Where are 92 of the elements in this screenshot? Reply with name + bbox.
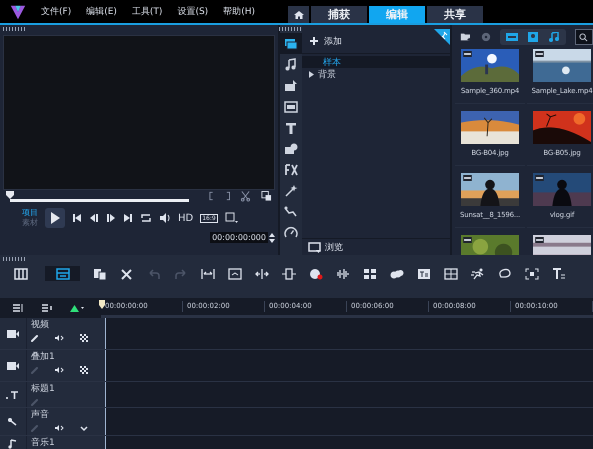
home-tab[interactable] xyxy=(288,6,309,23)
split-icon[interactable] xyxy=(255,268,269,280)
logo-icon xyxy=(9,2,27,20)
folder-browse-icon xyxy=(308,242,322,254)
search-field[interactable] xyxy=(574,29,593,45)
speaker-icon[interactable] xyxy=(55,334,65,342)
menu-item[interactable]: 帮助(H) xyxy=(223,5,255,18)
step-back-icon[interactable] xyxy=(89,213,99,223)
fx-icon[interactable] xyxy=(284,162,298,176)
menu-item[interactable]: 文件(F) xyxy=(41,5,72,18)
checker-icon[interactable] xyxy=(79,366,89,374)
list-options-icon[interactable] xyxy=(41,303,53,313)
marker-dropdown-icon[interactable] xyxy=(70,304,84,312)
hd-toggle[interactable]: HD xyxy=(178,212,194,224)
folder-item[interactable]: 样本 xyxy=(302,56,450,68)
video-icon xyxy=(506,32,518,42)
path-icon[interactable] xyxy=(284,204,298,218)
film-badge-icon xyxy=(535,237,544,243)
panel-icon[interactable] xyxy=(444,268,458,280)
track-name: 声音 xyxy=(31,410,50,421)
gauge-icon[interactable] xyxy=(284,226,298,240)
mode-toggle[interactable]: 项目 xyxy=(22,208,38,218)
photo-icon xyxy=(526,32,539,42)
disc-icon[interactable] xyxy=(480,31,491,43)
film-badge-icon xyxy=(535,51,544,57)
run-icon[interactable] xyxy=(471,268,485,280)
speaker-icon[interactable] xyxy=(55,366,65,374)
home-icon xyxy=(294,10,304,20)
track-manager-icon[interactable] xyxy=(12,303,24,313)
tab[interactable]: 捕获 xyxy=(311,6,367,23)
camera-icon[interactable] xyxy=(6,328,20,338)
link-icon[interactable] xyxy=(31,334,41,342)
crop-icon[interactable] xyxy=(224,212,239,224)
menu-item[interactable]: 编辑(E) xyxy=(86,5,117,18)
lasso-icon[interactable] xyxy=(498,268,512,280)
copy-icon[interactable] xyxy=(261,190,272,202)
film-strip-icon xyxy=(14,268,28,280)
repeat-icon[interactable] xyxy=(140,213,152,223)
plus-icon xyxy=(310,37,318,45)
scrub-bar[interactable] xyxy=(6,190,190,202)
media-icon[interactable] xyxy=(284,36,298,50)
title-icon[interactable] xyxy=(417,268,431,280)
title-card-icon[interactable] xyxy=(284,100,298,114)
mark-in-icon[interactable] xyxy=(209,191,215,201)
menu-item[interactable]: 工具(T) xyxy=(132,5,162,18)
circles-icon[interactable] xyxy=(390,268,404,280)
track-name: 标题1 xyxy=(31,384,55,395)
checker-icon[interactable] xyxy=(79,334,89,342)
add-folder-icon[interactable] xyxy=(460,31,472,43)
film-badge-icon xyxy=(535,175,544,181)
music-icon xyxy=(548,32,560,42)
image-icon[interactable] xyxy=(228,268,242,280)
audio-icon[interactable] xyxy=(336,268,350,280)
chevron-icon[interactable] xyxy=(79,424,89,432)
film-badge-icon xyxy=(463,237,472,243)
speaker-icon[interactable] xyxy=(159,213,171,223)
pin-icon[interactable] xyxy=(434,29,450,45)
skip-start-icon[interactable] xyxy=(72,213,82,223)
menu-item[interactable]: 设置(S) xyxy=(177,5,208,18)
track-name: 视频 xyxy=(31,320,50,331)
grid-icon[interactable] xyxy=(363,268,377,280)
step-forward-icon[interactable] xyxy=(106,213,116,223)
playhead-marker-icon[interactable] xyxy=(99,300,105,309)
search-icon xyxy=(578,32,588,42)
track-name: 叠加1 xyxy=(31,352,56,363)
speaker-icon[interactable] xyxy=(55,424,65,432)
add-button[interactable]: 添加 xyxy=(302,34,342,48)
tab[interactable]: 共享 xyxy=(427,6,483,23)
scissors-icon[interactable] xyxy=(240,190,252,202)
folder-item[interactable]: 背景 xyxy=(302,68,450,80)
skip-end-icon[interactable] xyxy=(123,213,133,223)
timeline-view-button[interactable] xyxy=(45,266,80,281)
expand-arrow-icon[interactable] xyxy=(309,70,314,78)
focus-icon[interactable] xyxy=(525,268,539,280)
text-icon[interactable] xyxy=(284,120,298,134)
play-button[interactable] xyxy=(45,208,65,228)
track-name: 音乐1 xyxy=(31,438,55,449)
magic-icon[interactable] xyxy=(284,184,298,198)
mark-out-icon[interactable] xyxy=(224,191,230,201)
frame-icon[interactable] xyxy=(282,268,296,280)
film-badge-icon xyxy=(463,51,472,57)
timeline-icon xyxy=(56,268,70,280)
timecode-field[interactable]: 00:00:00:000 xyxy=(210,232,268,243)
play-icon xyxy=(50,212,60,224)
title-icon[interactable] xyxy=(6,390,20,400)
record-icon[interactable] xyxy=(309,268,323,280)
music-note-icon[interactable] xyxy=(284,58,298,72)
fit-icon[interactable] xyxy=(201,268,215,280)
film-badge-icon xyxy=(463,175,472,181)
camera-icon[interactable] xyxy=(6,360,20,370)
copy-icon[interactable] xyxy=(93,268,107,280)
text3d-icon[interactable] xyxy=(552,268,566,280)
